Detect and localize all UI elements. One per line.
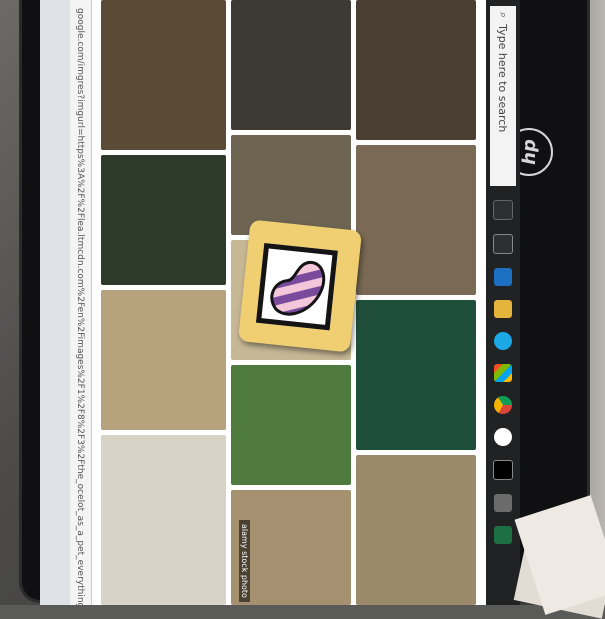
taskbar-search-box[interactable]: ⌕ Type here to search bbox=[490, 6, 516, 186]
windows-taskbar: ⌕ Type here to search bbox=[486, 0, 520, 605]
terminal-icon[interactable] bbox=[493, 460, 513, 480]
ocelot-photo[interactable] bbox=[356, 145, 476, 295]
ocelot-photo[interactable] bbox=[101, 435, 226, 605]
bean-icon bbox=[270, 258, 326, 318]
task-view-icon[interactable] bbox=[493, 234, 513, 254]
ocelot-photo[interactable] bbox=[231, 135, 351, 235]
browser-tab-strip bbox=[40, 0, 70, 605]
alamy-watermark: alamy stock photo bbox=[239, 520, 250, 602]
skype-icon[interactable] bbox=[494, 332, 512, 350]
edge-icon[interactable] bbox=[494, 268, 512, 286]
search-placeholder: Type here to search bbox=[496, 24, 510, 133]
ocelot-photo[interactable] bbox=[356, 300, 476, 450]
app-gray-icon[interactable] bbox=[494, 494, 512, 512]
excel-icon[interactable] bbox=[494, 526, 512, 544]
ocelot-photo[interactable] bbox=[101, 290, 226, 430]
ocelot-photo[interactable] bbox=[231, 0, 351, 130]
yellow-sticker bbox=[237, 219, 363, 353]
browser-address-bar[interactable]: google.com/imgres?imgurl=https%3A%2F%2Fl… bbox=[70, 0, 92, 605]
ocelot-photo[interactable] bbox=[101, 0, 226, 150]
ocelot-photo[interactable] bbox=[356, 455, 476, 605]
search-icon: ⌕ bbox=[497, 12, 510, 19]
file-explorer-icon[interactable] bbox=[494, 300, 512, 318]
ocelot-photo[interactable] bbox=[101, 155, 226, 285]
app-k-icon[interactable] bbox=[494, 428, 512, 446]
bean-frame bbox=[255, 243, 338, 331]
chrome-icon[interactable] bbox=[494, 396, 512, 414]
ocelot-photo[interactable] bbox=[356, 0, 476, 140]
store-icon[interactable] bbox=[494, 364, 512, 382]
mic-icon[interactable] bbox=[493, 200, 513, 220]
ocelot-photo[interactable] bbox=[231, 365, 351, 485]
